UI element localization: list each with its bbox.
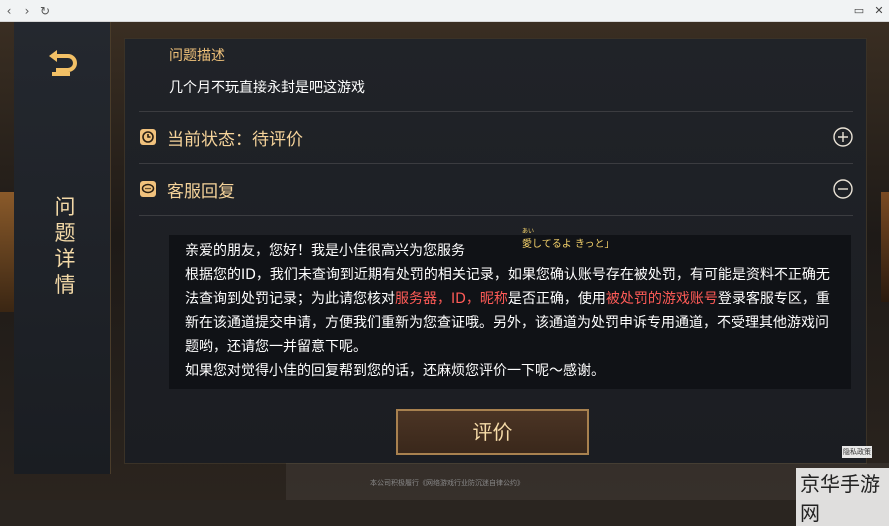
- divider: [139, 215, 853, 216]
- return-button[interactable]: [46, 50, 78, 80]
- rate-button[interactable]: 评价: [396, 409, 589, 455]
- minimize-icon[interactable]: ▭: [849, 4, 869, 17]
- highlight-text: 服务器，ID，昵称: [395, 291, 508, 307]
- forward-arrow-icon[interactable]: ›: [18, 4, 36, 18]
- detail-panel: 问题描述 几个月不玩直接永封是吧这游戏 当前状态：待评价 客服回复 亲爱的朋友，…: [124, 38, 867, 464]
- question-label: 问题描述: [169, 48, 225, 64]
- highlight-text: 被处罚的游戏账号: [605, 291, 718, 307]
- sticker-overlay: あい 愛してるよ きっと」: [522, 228, 615, 250]
- question-text: 几个月不玩直接永封是吧这游戏: [169, 80, 365, 96]
- reload-icon[interactable]: ↻: [36, 4, 54, 18]
- reply-row[interactable]: 客服回复: [139, 171, 853, 207]
- reply-label: 客服回复: [167, 181, 235, 202]
- back-arrow-icon[interactable]: ‹: [0, 4, 18, 18]
- return-icon: [49, 50, 77, 76]
- reply-body: 根据您的ID，我们未查询到近期有处罚的相关记录，如果您确认账号存在被处罚，有可能…: [185, 267, 830, 355]
- browser-toolbar: ‹ › ↻ ▭ ✕: [0, 0, 889, 22]
- close-icon[interactable]: ✕: [869, 4, 889, 17]
- side-panel: 问 题 详 情: [14, 22, 111, 474]
- status-label: 当前状态：待评价: [167, 129, 303, 150]
- footer-notice: 本公司积极履行《网络游戏行业防沉迷自律公约》: [370, 479, 524, 487]
- expand-plus-icon[interactable]: [833, 127, 853, 147]
- site-watermark: 京华手游网: [796, 468, 889, 526]
- divider: [139, 111, 853, 112]
- status-row[interactable]: 当前状态：待评价: [139, 119, 853, 155]
- reply-content: 亲爱的朋友，您好！我是小佳很高兴为您服务 根据您的ID，我们未查询到近期有处罚的…: [169, 235, 851, 389]
- collapse-minus-icon[interactable]: [833, 179, 853, 199]
- clock-icon: [140, 129, 156, 145]
- reply-greeting: 亲爱的朋友，您好！我是小佳很高兴为您服务: [185, 243, 465, 259]
- reply-closing: 如果您对觉得小佳的回复帮到您的话，还麻烦您评价一下呢～感谢。: [185, 363, 605, 379]
- chat-bubble-icon: [140, 181, 156, 197]
- privacy-tag[interactable]: 隐私政策: [842, 446, 872, 458]
- page-title-vertical: 问 题 详 情: [54, 195, 76, 297]
- divider: [139, 163, 853, 164]
